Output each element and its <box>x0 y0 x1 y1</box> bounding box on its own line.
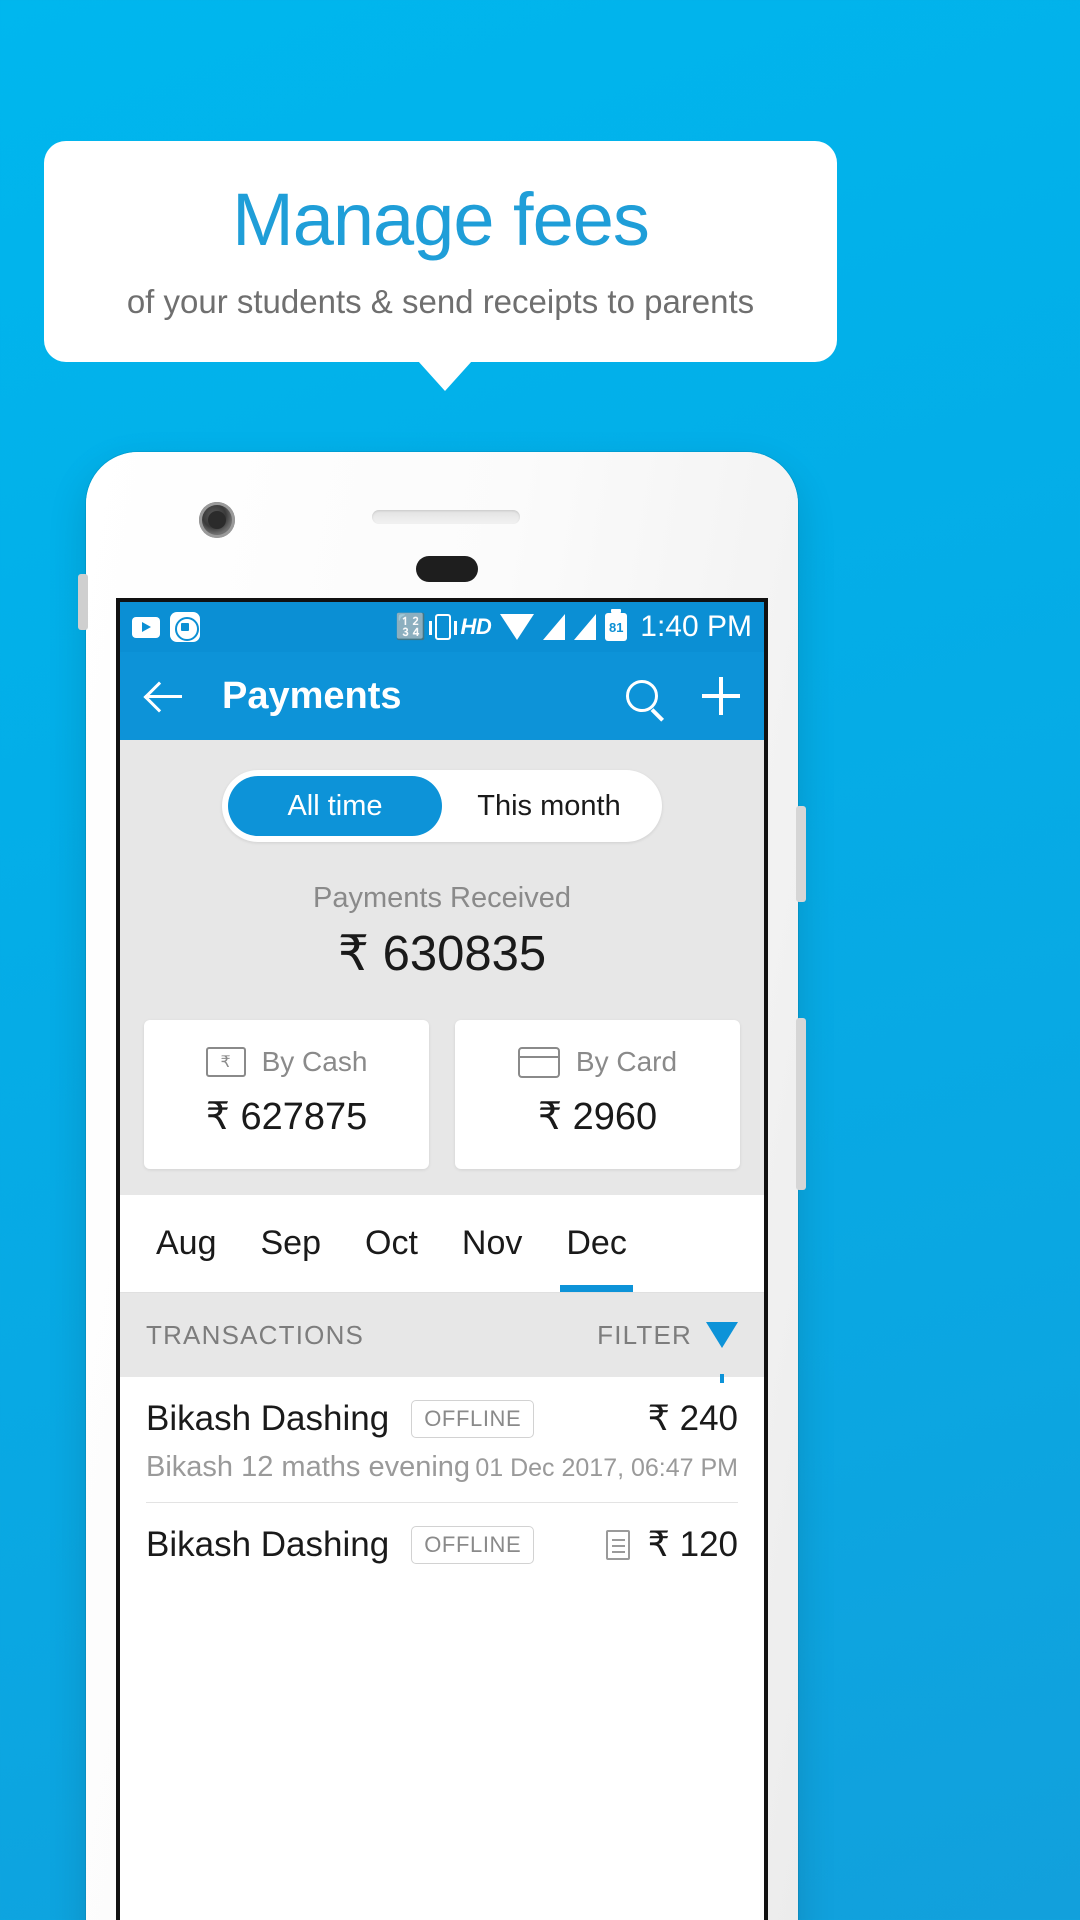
transaction-amount-group: ₹ 120 <box>605 1525 738 1565</box>
earpiece-speaker <box>372 510 520 524</box>
promo-bubble: Manage fees of your students & send rece… <box>44 141 837 362</box>
promo-bubble-tail <box>418 361 472 391</box>
transaction-secondary-line: Bikash 12 maths evening 01 Dec 2017, 06:… <box>146 1451 738 1503</box>
signal-icon-1 <box>543 614 566 640</box>
by-card-amount: ₹ 2960 <box>537 1096 658 1138</box>
status-bar: 🔢 HD 81 1:40 PM <box>120 602 764 652</box>
vibrate-icon <box>429 614 458 640</box>
by-card-card[interactable]: By Card ₹ 2960 <box>455 1020 740 1169</box>
promo-title: Manage fees <box>232 177 650 261</box>
transaction-amount-group: ₹ 240 <box>648 1399 738 1439</box>
filter-icon <box>706 1322 738 1383</box>
add-icon[interactable] <box>702 677 740 715</box>
payment-method-cards: ₹ By Cash ₹ 627875 By Card ₹ 2960 <box>120 1020 764 1169</box>
filter-button[interactable]: FILTER <box>597 1319 738 1383</box>
transactions-label: TRANSACTIONS <box>146 1319 365 1350</box>
status-bar-notifications <box>132 612 200 642</box>
wifi-icon <box>500 614 535 640</box>
status-badge: OFFLINE <box>411 1526 535 1564</box>
bluetooth-icon: 🔢 <box>395 612 427 641</box>
status-bar-time: 1:40 PM <box>640 610 752 643</box>
time-range-toggle: All time This month <box>222 770 662 842</box>
by-cash-amount: ₹ 627875 <box>205 1096 368 1138</box>
summary-section: All time This month Payments Received ₹ … <box>120 740 764 1195</box>
search-icon[interactable] <box>626 680 658 712</box>
month-tab-sep[interactable]: Sep <box>239 1195 344 1292</box>
promo-subtitle: of your students & send receipts to pare… <box>126 282 755 320</box>
by-card-header: By Card <box>465 1046 730 1078</box>
transaction-amount: ₹ 240 <box>647 1399 738 1438</box>
app-bar-actions <box>626 677 740 715</box>
transaction-primary-line: Bikash Dashing OFFLINE ₹ 240 <box>146 1399 738 1439</box>
filter-label: FILTER <box>597 1319 692 1350</box>
phone-volume-button <box>796 1018 806 1190</box>
youtube-icon <box>132 616 160 638</box>
by-cash-card[interactable]: ₹ By Cash ₹ 627875 <box>144 1020 429 1169</box>
payments-received-label: Payments Received <box>313 882 571 914</box>
transactions-list: Bikash Dashing OFFLINE ₹ 240 Bikash 12 m… <box>120 1377 764 1565</box>
transaction-date: 01 Dec 2017, 06:47 PM <box>475 1454 738 1482</box>
month-tab-dec[interactable]: Dec <box>544 1195 648 1292</box>
month-tab-nov[interactable]: Nov <box>440 1195 544 1292</box>
app-bar: Payments <box>120 652 764 740</box>
month-tab-aug[interactable]: Aug <box>134 1195 239 1292</box>
phone-mockup: 🔢 HD 81 1:40 PM Payments All time This m… <box>78 452 806 1920</box>
table-row[interactable]: Bikash Dashing OFFLINE ₹ 120 <box>120 1503 764 1565</box>
receipt-icon[interactable] <box>605 1530 630 1560</box>
transaction-name: Bikash Dashing <box>146 1399 390 1438</box>
by-card-label: By Card <box>575 1046 678 1077</box>
by-cash-label: By Cash <box>261 1046 368 1077</box>
segment-this-month[interactable]: This month <box>442 776 656 836</box>
mi-camera-icon <box>170 612 200 642</box>
segment-all-time[interactable]: All time <box>228 776 442 836</box>
battery-icon: 81 <box>605 609 628 641</box>
phone-screen: 🔢 HD 81 1:40 PM Payments All time This m… <box>116 598 768 1920</box>
transaction-name: Bikash Dashing <box>146 1525 390 1564</box>
page-title: Payments <box>222 674 402 717</box>
transaction-primary-line: Bikash Dashing OFFLINE ₹ 120 <box>146 1525 738 1565</box>
month-tab-oct[interactable]: Oct <box>343 1195 440 1292</box>
month-tabs: Aug Sep Oct Nov Dec <box>120 1195 764 1293</box>
hd-icon: HD <box>460 614 492 639</box>
back-arrow-icon[interactable] <box>144 675 186 717</box>
phone-left-button <box>78 574 88 630</box>
transactions-header: TRANSACTIONS FILTER <box>120 1293 764 1383</box>
front-camera-icon <box>199 502 235 538</box>
status-bar-system-icons: 🔢 HD 81 1:40 PM <box>395 609 752 644</box>
cash-icon: ₹ <box>205 1047 246 1077</box>
transaction-amount: ₹ 120 <box>647 1525 738 1564</box>
status-badge: OFFLINE <box>411 1400 535 1438</box>
signal-icon-2 <box>574 614 597 640</box>
by-cash-header: ₹ By Cash <box>154 1046 419 1078</box>
table-row[interactable]: Bikash Dashing OFFLINE ₹ 240 Bikash 12 m… <box>120 1377 764 1503</box>
payments-received-amount: ₹ 630835 <box>337 927 547 981</box>
transaction-subtitle: Bikash 12 maths evening <box>146 1451 471 1483</box>
card-icon <box>517 1046 560 1078</box>
sensor-dot <box>416 556 478 582</box>
phone-power-button <box>796 806 806 902</box>
